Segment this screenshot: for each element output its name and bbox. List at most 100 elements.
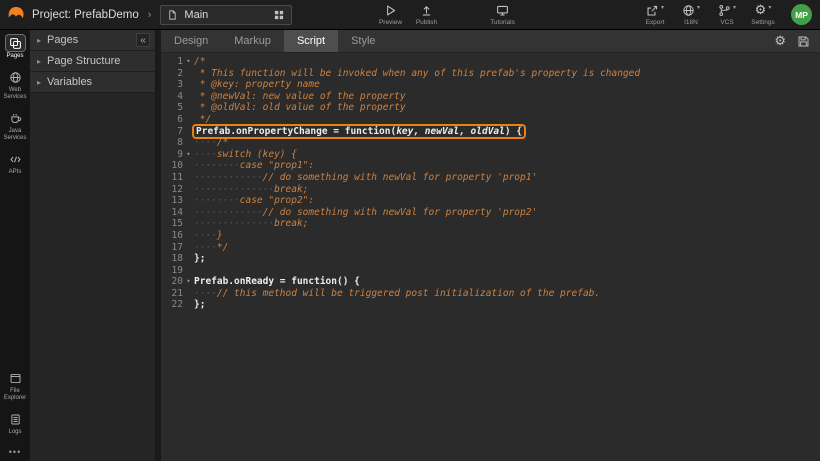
fold-gutter — [183, 160, 194, 172]
fold-gutter — [183, 253, 194, 265]
globe-icon: ▾ — [682, 4, 700, 18]
line-number: 3 — [161, 79, 183, 91]
fold-marker-icon[interactable]: ▾ — [183, 149, 194, 161]
code-line[interactable]: 5 * @oldVal: old value of the property — [161, 102, 820, 114]
export-button[interactable]: ▾ Export — [637, 4, 673, 26]
line-number: 8 — [161, 137, 183, 149]
section-variables[interactable]: ▸ Variables — [30, 72, 155, 93]
code-line[interactable]: 12 ··············break; — [161, 184, 820, 196]
sidebar-item-web-services[interactable]: Web Services — [0, 69, 30, 101]
vcs-label: VCS — [720, 19, 733, 26]
line-number: 17 — [161, 242, 183, 254]
publish-button[interactable]: Publish — [409, 4, 445, 26]
code-line[interactable]: 16····} — [161, 230, 820, 242]
fold-marker-icon[interactable]: ▾ — [183, 276, 194, 288]
line-number: 11 — [161, 172, 183, 184]
tutorials-label: Tutorials — [490, 19, 515, 26]
main-area: Design Markup Script Style ⚙ 1▾/*2 * Thi… — [161, 30, 820, 461]
code-line[interactable]: 13········case "prop2": — [161, 195, 820, 207]
line-number: 12 — [161, 184, 183, 196]
script-editor[interactable]: 1▾/*2 * This function will be invoked wh… — [161, 53, 820, 461]
preview-label: Preview — [379, 19, 402, 26]
line-number: 5 — [161, 102, 183, 114]
save-icon[interactable] — [797, 35, 810, 48]
code-text: /* — [194, 56, 205, 68]
code-text: * This function will be invoked when any… — [194, 68, 640, 80]
fold-gutter — [183, 68, 194, 80]
line-number: 9 — [161, 149, 183, 161]
code-line[interactable]: 1▾/* — [161, 56, 820, 68]
page-selector-value: Main — [184, 9, 208, 21]
line-number: 19 — [161, 265, 183, 277]
tabbar-actions: ⚙ — [774, 30, 820, 52]
code-line[interactable]: 21····// this method will be triggered p… — [161, 288, 820, 300]
code-line[interactable]: 3 * @key: property name — [161, 79, 820, 91]
preview-button[interactable]: Preview — [373, 4, 409, 26]
code-line[interactable]: 17····*/ — [161, 242, 820, 254]
line-number: 20 — [161, 276, 183, 288]
activity-bar: Pages Web Services Java Services — [0, 30, 30, 461]
collapse-panel-button[interactable]: « — [136, 33, 150, 47]
code-line[interactable]: 20▾Prefab.onReady = function() { — [161, 276, 820, 288]
file-explorer-icon — [6, 370, 25, 386]
code-line[interactable]: 22}; — [161, 299, 820, 311]
code-line[interactable]: 11············// do something with newVa… — [161, 172, 820, 184]
grid-icon[interactable] — [273, 9, 285, 21]
fold-gutter — [183, 172, 194, 184]
app-logo-icon[interactable] — [4, 3, 28, 27]
sidebar-item-pages[interactable]: Pages — [0, 35, 30, 60]
line-number: 13 — [161, 195, 183, 207]
fold-gutter — [183, 91, 194, 103]
fold-gutter — [183, 137, 194, 149]
export-label: Export — [646, 19, 665, 26]
tab-markup[interactable]: Markup — [221, 30, 284, 52]
code-line[interactable]: 6 */ — [161, 114, 820, 126]
code-line[interactable]: 15··············break; — [161, 218, 820, 230]
code-text: }; — [194, 299, 205, 311]
fold-gutter — [183, 126, 194, 138]
more-icon[interactable]: ••• — [9, 447, 21, 457]
code-text: Prefab.onReady = function() { — [194, 276, 360, 288]
settings-button[interactable]: ⚙ ▾ Settings — [745, 4, 781, 26]
vcs-button[interactable]: ▾ VCS — [709, 4, 745, 26]
editor-lines: 1▾/*2 * This function will be invoked wh… — [161, 56, 820, 311]
i18n-button[interactable]: ▾ I18N — [673, 4, 709, 26]
fold-gutter — [183, 102, 194, 114]
code-text: * @key: property name — [194, 79, 320, 91]
coffee-icon — [6, 110, 25, 126]
code-line[interactable]: 19 — [161, 265, 820, 277]
caret-down-icon: ▾ — [661, 4, 664, 12]
tab-style[interactable]: Style — [338, 30, 388, 52]
code-line[interactable]: 14············// do something with newVa… — [161, 207, 820, 219]
fold-marker-icon[interactable]: ▾ — [183, 56, 194, 68]
fold-gutter — [183, 265, 194, 277]
code-text: ····switch (key) { — [194, 149, 297, 161]
code-line[interactable]: 10········case "prop1": — [161, 160, 820, 172]
settings-label: Settings — [751, 19, 775, 26]
editor-settings-gear-icon[interactable]: ⚙ — [774, 35, 786, 48]
section-pages[interactable]: ▸ Pages « — [30, 30, 155, 51]
sidebar-item-logs[interactable]: Logs — [0, 411, 30, 436]
caret-down-icon: ▾ — [733, 4, 736, 12]
sidebar-item-apis[interactable]: APIs — [0, 151, 30, 176]
fold-gutter — [183, 207, 194, 219]
code-line[interactable]: 7Prefab.onPropertyChange = function(key,… — [161, 126, 820, 138]
code-line[interactable]: 4 * @newVal: new value of the property — [161, 91, 820, 103]
tutorials-button[interactable]: Tutorials — [485, 4, 521, 26]
sidebar-item-java-services[interactable]: Java Services — [0, 110, 30, 142]
code-line[interactable]: 8····/* — [161, 137, 820, 149]
app-body: Pages Web Services Java Services — [0, 30, 820, 461]
api-icon — [6, 151, 25, 167]
sidebar-item-file-explorer[interactable]: File Explorer — [0, 370, 30, 402]
code-line[interactable]: 9▾····switch (key) { — [161, 149, 820, 161]
tab-script[interactable]: Script — [284, 30, 338, 52]
section-page-structure[interactable]: ▸ Page Structure — [30, 51, 155, 72]
code-line[interactable]: 2 * This function will be invoked when a… — [161, 68, 820, 80]
code-text: ··············break; — [194, 184, 308, 196]
code-line[interactable]: 18}; — [161, 253, 820, 265]
tab-design[interactable]: Design — [161, 30, 221, 52]
page-selector[interactable]: Main — [160, 5, 292, 25]
chevron-right-icon: › — [148, 9, 152, 21]
avatar[interactable]: MP — [791, 4, 812, 25]
code-text: */ — [194, 114, 211, 126]
